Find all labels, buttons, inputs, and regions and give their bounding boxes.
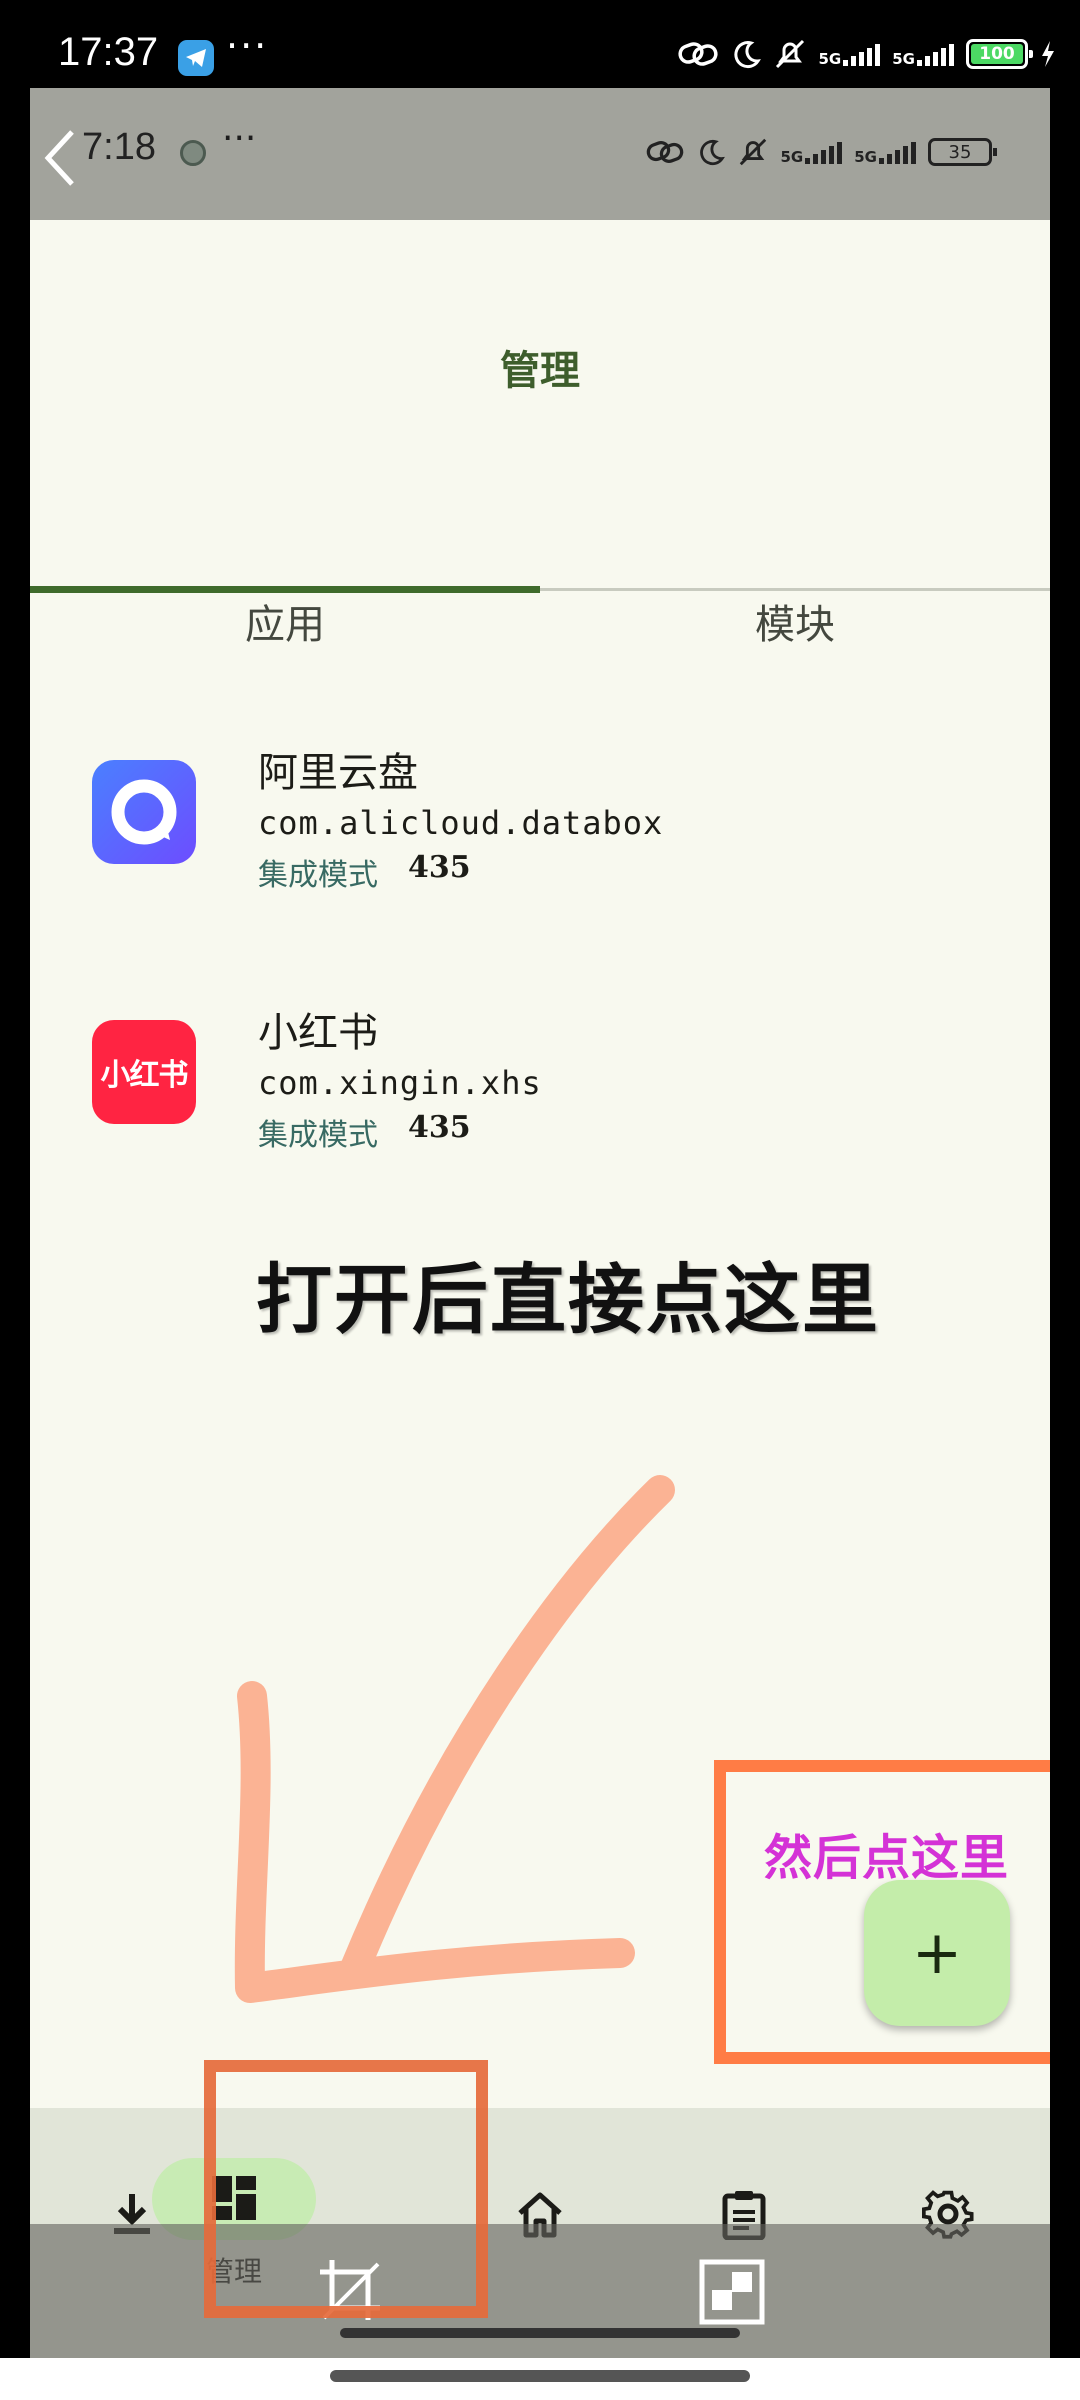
battery-icon: 100 — [966, 39, 1033, 69]
signal-2: 5G — [892, 42, 954, 67]
link-icon — [677, 42, 718, 66]
outer-gesture-handle[interactable] — [330, 2370, 750, 2382]
add-fab-button[interactable]: + — [864, 1880, 1010, 2026]
inner-gesture-handle[interactable] — [340, 2328, 740, 2338]
signal-1: 5G — [819, 42, 881, 67]
floating-window-icon[interactable] — [698, 2258, 766, 2326]
more-notifications-icon: ··· — [226, 24, 269, 68]
outer-status-bar: 17:37 ··· 5G 5G 100 — [0, 0, 1080, 88]
moon-icon — [733, 41, 761, 69]
telegram-icon — [178, 40, 214, 76]
app-screen: 7:18 ··· 5G 5G 35 管理 应用 模块 阿里云盘 com.alic… — [30, 88, 1050, 2358]
status-time: 17:37 — [58, 30, 159, 74]
annotation-box-manage — [204, 2060, 488, 2318]
annotation-fab-text: 然后点这里 — [764, 1830, 1010, 1886]
charging-icon — [1042, 41, 1054, 67]
mute-icon — [775, 39, 804, 69]
